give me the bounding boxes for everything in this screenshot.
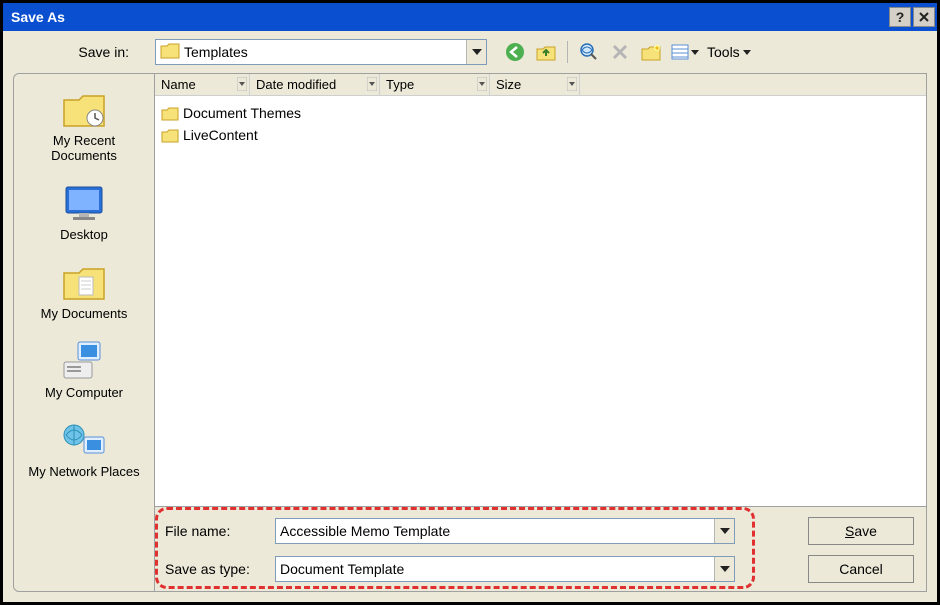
list-item[interactable]: LiveContent	[161, 124, 920, 146]
my-documents-icon	[19, 259, 149, 305]
search-web-button[interactable]	[575, 39, 603, 65]
recent-folder-icon	[19, 86, 149, 132]
column-headers: Name Date modified Type Size	[155, 74, 926, 96]
place-label: My Recent Documents	[19, 134, 149, 164]
save-in-dropdown[interactable]: Templates	[155, 39, 487, 65]
folder-icon	[161, 105, 179, 121]
views-button[interactable]	[668, 39, 702, 65]
save-as-type-combo[interactable]	[275, 556, 735, 582]
col-date[interactable]: Date modified	[250, 74, 380, 95]
body: My Recent Documents Desktop My Documents…	[3, 73, 937, 602]
close-button[interactable]	[913, 7, 935, 27]
file-name-label: File name:	[165, 523, 267, 539]
folder-icon	[160, 42, 180, 63]
file-name: LiveContent	[183, 127, 258, 143]
file-name-input[interactable]	[276, 523, 714, 539]
save-as-type-label: Save as type:	[165, 561, 267, 577]
place-my-computer[interactable]: My Computer	[19, 334, 149, 409]
toolbar-buttons: Tools	[501, 39, 751, 65]
dialog-buttons: Save Cancel	[808, 517, 914, 583]
bottom-bar: File name: Save as type:	[155, 506, 926, 591]
network-places-icon	[19, 417, 149, 463]
place-label: My Network Places	[19, 465, 149, 480]
tools-menu[interactable]: Tools	[707, 44, 751, 60]
place-desktop[interactable]: Desktop	[19, 176, 149, 251]
cancel-button[interactable]: Cancel	[808, 555, 914, 583]
save-as-dialog: Save As ? Save in: Templates	[0, 0, 940, 605]
save-as-type-value[interactable]	[276, 561, 714, 577]
form: File name: Save as type:	[165, 518, 735, 582]
place-my-documents[interactable]: My Documents	[19, 255, 149, 330]
up-one-level-button[interactable]	[532, 39, 560, 65]
my-computer-icon	[19, 338, 149, 384]
new-folder-button[interactable]	[637, 39, 665, 65]
file-name-combo[interactable]	[275, 518, 735, 544]
col-size[interactable]: Size	[490, 74, 580, 95]
save-in-dropdown-btn[interactable]	[466, 40, 486, 64]
right-pane: Name Date modified Type Size	[155, 73, 927, 592]
delete-button[interactable]	[606, 39, 634, 65]
separator	[567, 41, 568, 63]
file-list[interactable]: Document Themes LiveContent	[155, 96, 926, 506]
places-bar: My Recent Documents Desktop My Documents…	[13, 73, 155, 592]
list-item[interactable]: Document Themes	[161, 102, 920, 124]
place-label: My Documents	[19, 307, 149, 322]
help-button[interactable]: ?	[889, 7, 911, 27]
back-button[interactable]	[501, 39, 529, 65]
col-name[interactable]: Name	[155, 74, 250, 95]
toolbar: Save in: Templates	[3, 31, 937, 73]
place-recent[interactable]: My Recent Documents	[19, 82, 149, 172]
window-title: Save As	[11, 9, 887, 25]
save-as-type-dropdown-btn[interactable]	[714, 557, 734, 581]
file-name: Document Themes	[183, 105, 301, 121]
save-in-value: Templates	[184, 44, 466, 60]
save-in-label: Save in:	[13, 44, 149, 60]
folder-icon	[161, 127, 179, 143]
file-name-dropdown-btn[interactable]	[714, 519, 734, 543]
place-label: Desktop	[19, 228, 149, 243]
place-network[interactable]: My Network Places	[19, 413, 149, 488]
save-button[interactable]: Save	[808, 517, 914, 545]
col-type[interactable]: Type	[380, 74, 490, 95]
place-label: My Computer	[19, 386, 149, 401]
desktop-icon	[19, 180, 149, 226]
titlebar: Save As ?	[3, 3, 937, 31]
